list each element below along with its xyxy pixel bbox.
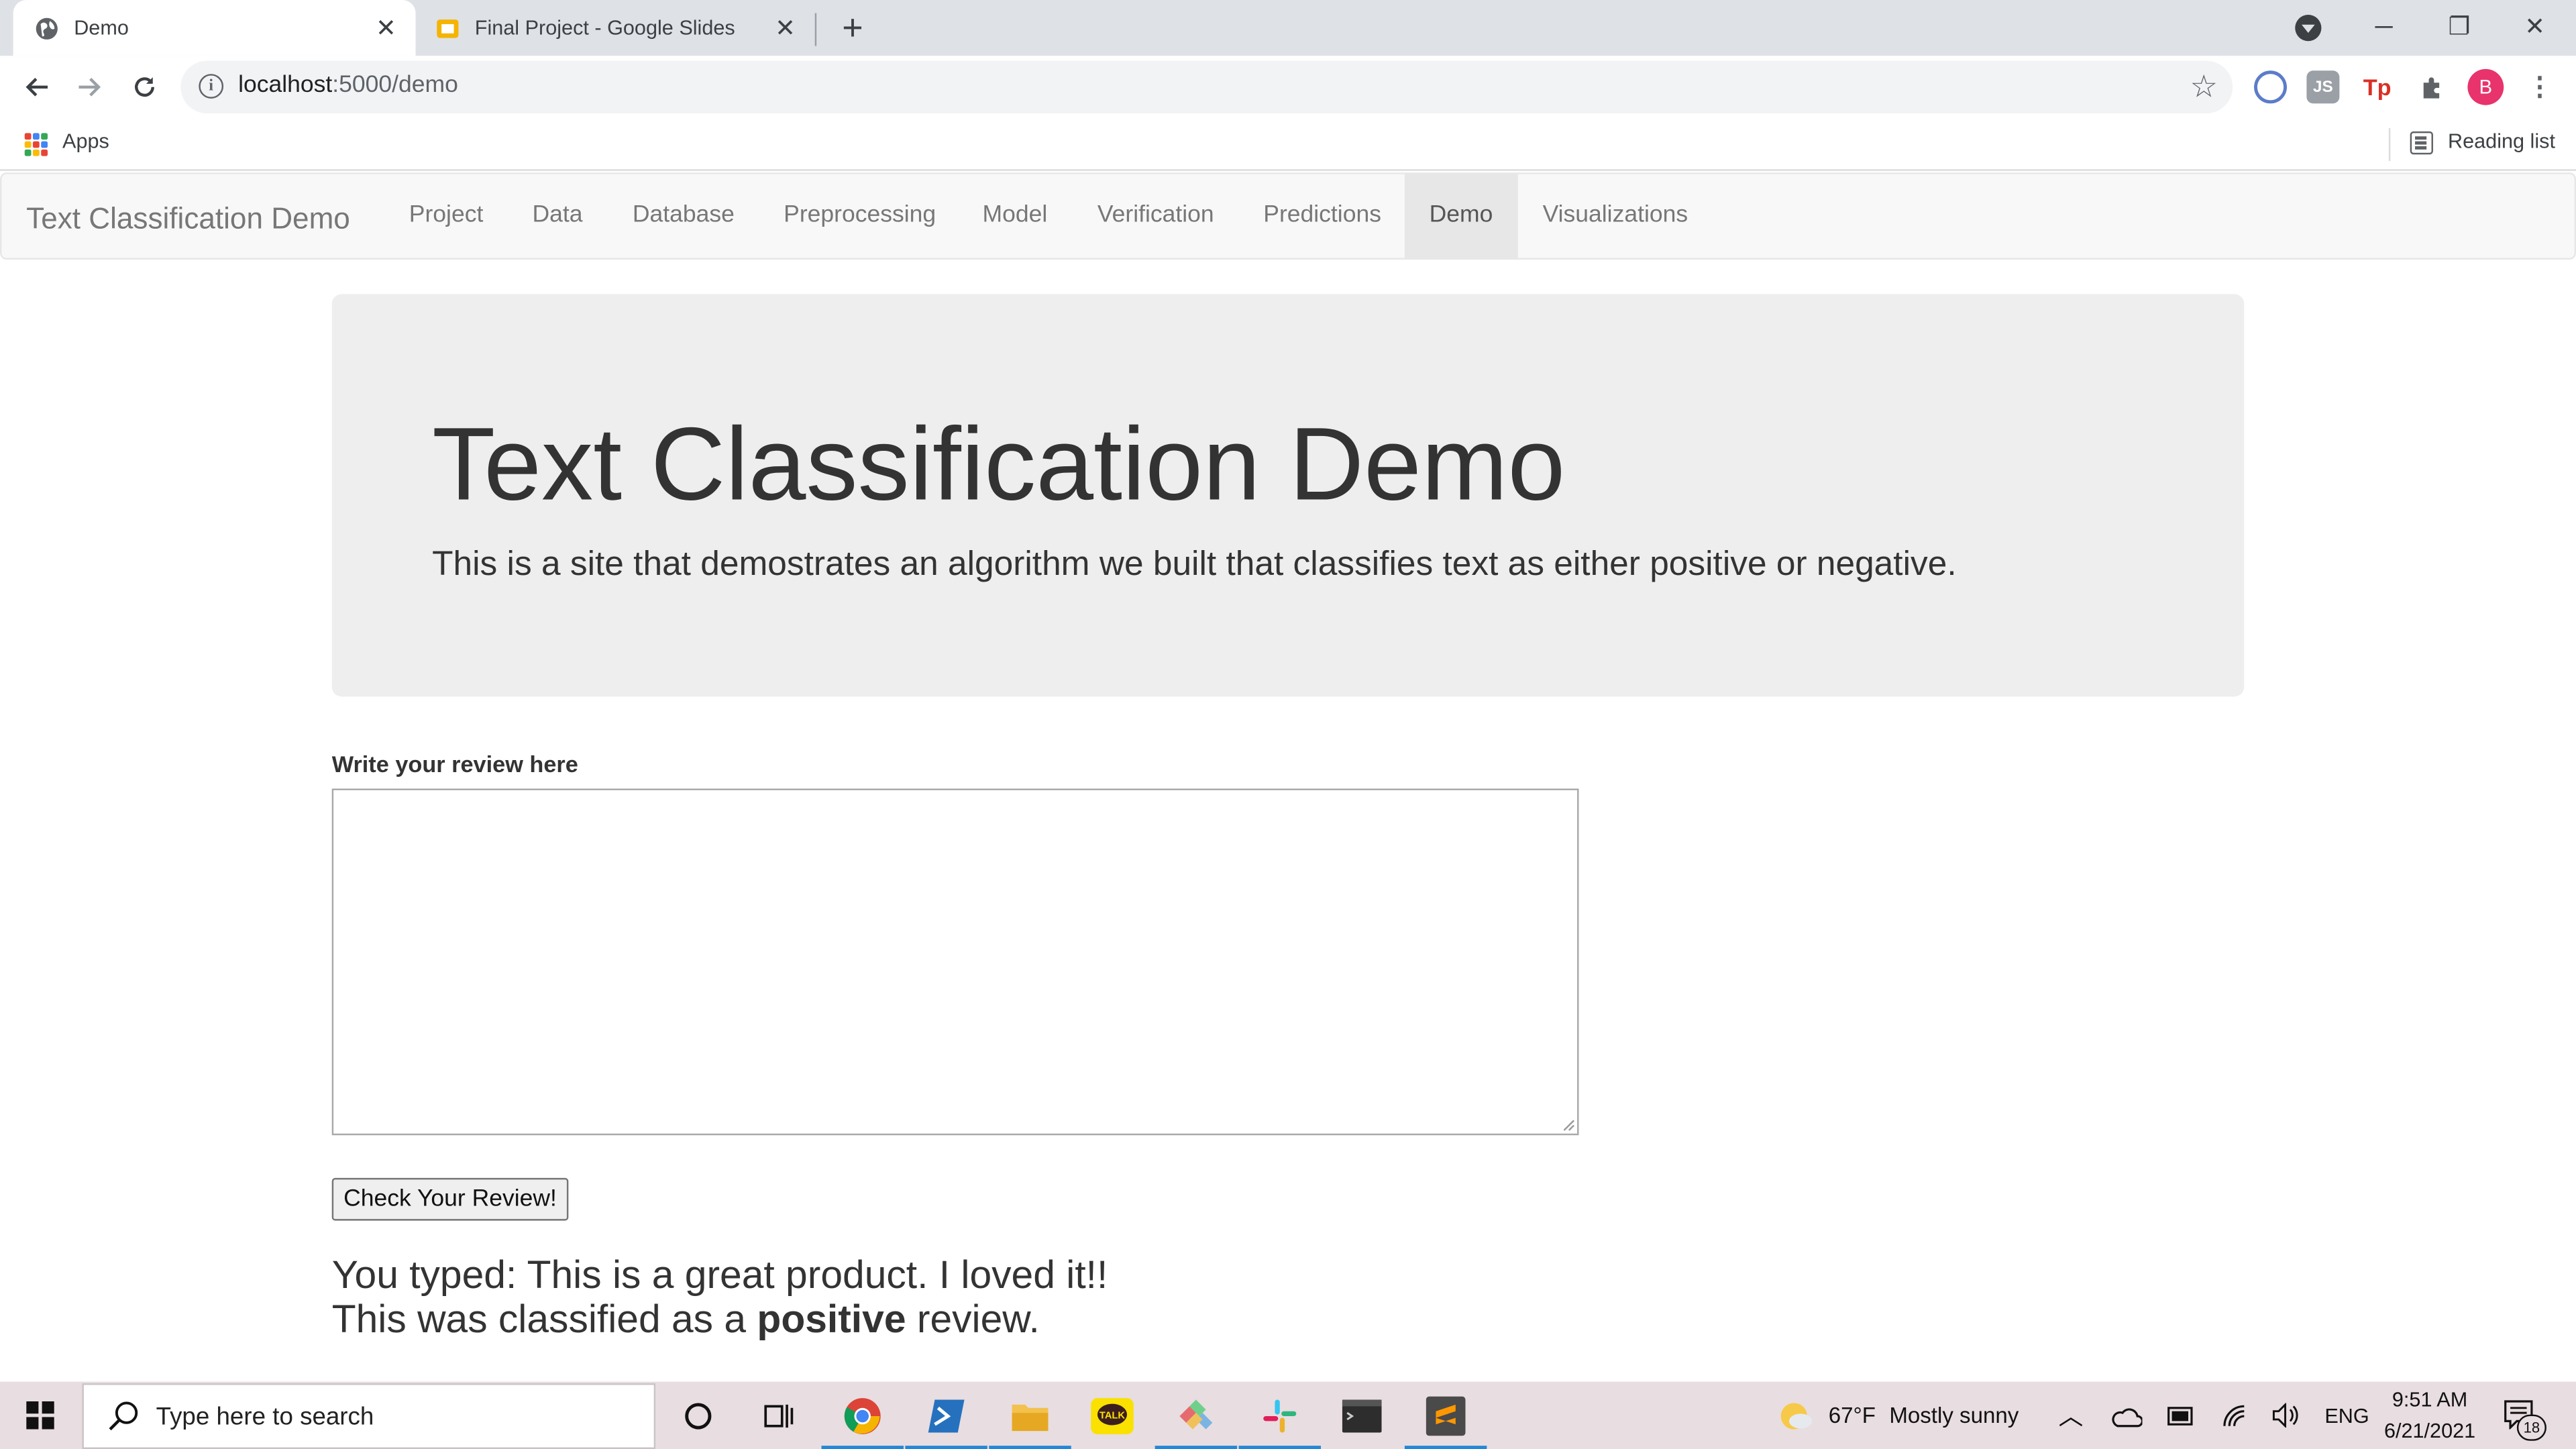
apps-grid-icon[interactable]: [24, 133, 48, 156]
nav-predictions[interactable]: Predictions: [1239, 174, 1406, 258]
nav-preprocessing[interactable]: Preprocessing: [759, 174, 960, 258]
tab-demo[interactable]: Demo ✕: [13, 0, 416, 56]
taskbar-search-box[interactable]: Type here to search: [82, 1383, 656, 1449]
puzzle-icon[interactable]: [2415, 70, 2448, 103]
onedrive-cloud-icon[interactable]: [2110, 1405, 2143, 1428]
restore-icon[interactable]: ❐: [2422, 0, 2498, 52]
globe-icon: [36, 17, 58, 39]
slack-icon[interactable]: [1238, 1382, 1321, 1449]
close-window-icon[interactable]: ✕: [2497, 0, 2573, 52]
windows-taskbar: Type here to search TALK 67°F Mostly sun…: [0, 1381, 2576, 1449]
windows-start-icon[interactable]: [0, 1382, 79, 1449]
info-icon[interactable]: i: [199, 74, 224, 99]
browser-toolbar: i localhost:5000/demo ☆ JS Tp B ⋮: [0, 56, 2576, 119]
nav-project[interactable]: Project: [384, 174, 508, 258]
kakaotalk-icon[interactable]: TALK: [1071, 1382, 1153, 1449]
close-icon[interactable]: ✕: [772, 15, 798, 43]
terminal-icon[interactable]: [1321, 1382, 1403, 1449]
jumbotron: Text Classification Demo This is a site …: [331, 294, 2245, 697]
clock-time[interactable]: 9:51 AM: [2375, 1388, 2484, 1411]
classified-line: This was classified as a positive review…: [331, 1297, 1040, 1342]
reading-list-icon[interactable]: [2410, 131, 2433, 155]
search-placeholder: Type here to search: [156, 1403, 374, 1432]
tp-extension-icon[interactable]: Tp: [2361, 70, 2394, 103]
resize-handle-icon[interactable]: [1561, 1117, 1576, 1132]
chrome-icon[interactable]: [821, 1382, 904, 1449]
cortana-icon[interactable]: [657, 1382, 739, 1449]
weather-description[interactable]: Mostly sunny: [1889, 1403, 2019, 1428]
svg-text:TALK: TALK: [1099, 1409, 1125, 1420]
task-view-icon[interactable]: [738, 1382, 820, 1449]
reload-icon[interactable]: [123, 66, 166, 109]
divider: [2388, 128, 2391, 162]
page-title: Text Classification Demo: [432, 407, 1566, 523]
sublime-text-icon[interactable]: [1404, 1382, 1487, 1449]
tab-title: Demo: [74, 16, 129, 40]
clock-date[interactable]: 6/21/2021: [2375, 1419, 2484, 1442]
site-navbar: Text Classification Demo Project Data Da…: [0, 172, 2576, 260]
bookmarks-bar: Apps Reading list: [0, 118, 2576, 171]
classification-result: You typed: This is a great product. I lo…: [332, 1254, 1108, 1342]
review-label: Write your review here: [331, 751, 578, 777]
bookmark-star-icon[interactable]: ☆: [2190, 69, 2218, 107]
apps-bookmark[interactable]: Apps: [62, 129, 109, 152]
back-arrow-icon[interactable]: [15, 66, 58, 109]
sentiment-label: positive: [757, 1297, 906, 1342]
extension-circle-icon[interactable]: [2254, 70, 2288, 104]
nav-model[interactable]: Model: [958, 174, 1072, 258]
nav-demo[interactable]: Demo: [1404, 174, 1518, 258]
chevron-up-icon[interactable]: ︿: [2059, 1398, 2084, 1432]
address-bar[interactable]: i localhost:5000/demo ☆: [180, 60, 2233, 113]
battery-icon[interactable]: [2165, 1403, 2195, 1429]
file-explorer-icon[interactable]: [989, 1382, 1071, 1449]
more-menu-icon[interactable]: ⋮: [2524, 70, 2557, 103]
nav-data[interactable]: Data: [508, 174, 608, 258]
check-review-button[interactable]: Check Your Review!: [331, 1177, 569, 1221]
search-icon: [109, 1401, 138, 1431]
js-extension-icon[interactable]: JS: [2306, 70, 2340, 104]
forward-arrow-icon[interactable]: [69, 66, 112, 109]
page-subtitle: This is a site that demostrates an algor…: [432, 545, 1957, 584]
powershell-icon[interactable]: [905, 1382, 987, 1449]
nav-verification[interactable]: Verification: [1073, 174, 1238, 258]
wifi-icon[interactable]: [2221, 1403, 2249, 1428]
typed-text: This is a great product. I loved it!!: [527, 1253, 1108, 1298]
url-text: localhost:5000/demo: [238, 72, 458, 99]
web-page: Text Classification Demo Project Data Da…: [0, 172, 2576, 1382]
volume-icon[interactable]: [2272, 1403, 2302, 1428]
review-textarea[interactable]: [331, 788, 1579, 1136]
tab-google-slides[interactable]: Final Project - Google Slides ✕: [421, 0, 815, 56]
nav-visualizations[interactable]: Visualizations: [1518, 174, 1713, 258]
tab-search-icon[interactable]: [2295, 15, 2322, 42]
navbar-brand[interactable]: Text Classification Demo: [26, 202, 350, 236]
notification-count-badge: 18: [2516, 1414, 2546, 1441]
tab-title: Final Project - Google Slides: [474, 16, 735, 40]
tab-strip: Demo ✕ Final Project - Google Slides ✕ +…: [0, 0, 2576, 56]
new-tab-plus-icon[interactable]: +: [835, 7, 871, 48]
reading-list-button[interactable]: Reading list: [2448, 129, 2555, 152]
avatar[interactable]: B: [2467, 68, 2504, 105]
typed-line: You typed: This is a great product. I lo…: [331, 1253, 1108, 1298]
gitkraken-icon[interactable]: [1155, 1382, 1238, 1449]
nav-database[interactable]: Database: [608, 174, 759, 258]
weather-temperature[interactable]: 67°F: [1829, 1403, 1876, 1428]
language-indicator[interactable]: ENG: [2324, 1405, 2369, 1428]
close-icon[interactable]: ✕: [373, 15, 399, 43]
weather-sun-icon[interactable]: [1778, 1398, 1814, 1434]
slides-icon: [437, 18, 459, 38]
minimize-icon[interactable]: ─: [2346, 0, 2422, 52]
tab-separator: [814, 13, 817, 46]
